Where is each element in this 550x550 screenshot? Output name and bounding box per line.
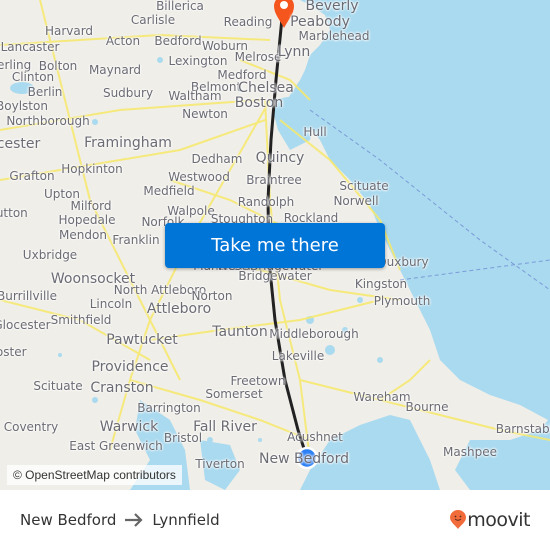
place-label: Freetown: [230, 374, 286, 388]
place-label: Duxbury: [377, 255, 429, 269]
place-label: Coventry: [3, 420, 59, 434]
place-label: Somerset: [205, 387, 263, 401]
moovit-pin-icon: [450, 510, 467, 530]
place-label: New Bedford: [259, 451, 349, 467]
place-label: Tiverton: [195, 457, 245, 471]
place-label: Reading: [223, 15, 273, 29]
place-label: Burrillville: [0, 289, 57, 303]
place-label: Waltham: [168, 89, 222, 103]
place-label: Carlisle: [130, 13, 176, 27]
place-label: Grafton: [9, 169, 55, 183]
place-label: Kingston: [354, 277, 408, 291]
place-label: Middleborough: [269, 327, 359, 341]
attribution-text[interactable]: © OpenStreetMap contributors: [13, 468, 176, 482]
place-label: Beverly: [305, 0, 359, 14]
place-label: Barnstable: [495, 422, 550, 436]
map-attribution[interactable]: © OpenStreetMap contributors: [7, 465, 182, 485]
place-label: Bridgewater: [238, 269, 312, 283]
map[interactable]: Billerica Carlisle Reading Beverly Harva…: [0, 0, 550, 490]
place-label: Bedford: [154, 34, 202, 48]
place-label: Mendon: [59, 228, 107, 242]
place-label: Warwick: [99, 419, 159, 435]
place-label: Scituate: [339, 179, 389, 193]
place-label: Randolph: [237, 195, 295, 209]
place-label: Franklin: [112, 233, 160, 247]
place-label: Hopedale: [58, 213, 116, 227]
place-label: Lancaster: [0, 40, 60, 54]
place-label: Plymouth: [373, 294, 431, 308]
place-label: Uxbridge: [22, 248, 78, 262]
place-label: Norwell: [333, 194, 379, 208]
place-label: Hopkinton: [61, 162, 123, 176]
brand-name: moovit: [467, 509, 530, 531]
moovit-logo[interactable]: moovit: [450, 490, 530, 550]
place-label: Sutton: [0, 206, 28, 220]
place-label: Pawtucket: [106, 332, 178, 348]
place-label: Boston: [234, 95, 284, 111]
place-label: Bristol: [163, 431, 203, 445]
place-label: Barrington: [137, 401, 201, 415]
place-label: Marblehead: [298, 29, 370, 43]
place-label: Acton: [105, 34, 141, 48]
place-label: Bourne: [405, 400, 449, 414]
place-label: Foster: [0, 345, 27, 359]
place-label: Maynard: [88, 63, 142, 77]
place-label: Lakeville: [271, 349, 325, 363]
place-label: Melrose: [234, 50, 282, 64]
place-label: Milford: [70, 199, 112, 213]
origin-label: New Bedford: [20, 511, 117, 529]
place-label: Berlin: [27, 85, 63, 99]
place-label: Chelsea: [238, 80, 294, 96]
place-label: Peabody: [290, 14, 350, 30]
destination-label: Lynnfield: [152, 511, 220, 529]
place-label: Northborough: [6, 114, 90, 128]
place-label: Worcester: [0, 136, 41, 152]
place-label: Wareham: [353, 390, 411, 404]
place-label: Quincy: [255, 150, 305, 166]
route-summary: New Bedford Lynnfield: [20, 490, 220, 550]
place-label: Attleboro: [146, 301, 212, 317]
place-label: Scituate: [33, 379, 83, 393]
place-label: Dedham: [191, 152, 243, 166]
place-label: Hull: [303, 125, 327, 139]
place-label: Medfield: [143, 184, 195, 198]
place-label: Acushnet: [287, 430, 343, 444]
place-label: Lincoln: [89, 297, 133, 311]
place-label: Braintree: [246, 173, 302, 187]
place-label: Harvard: [44, 24, 94, 38]
place-label: Framingham: [84, 135, 172, 151]
footer: New Bedford Lynnfield moovit: [0, 490, 550, 550]
place-label: Billerica: [156, 0, 204, 13]
place-label: Clinton: [11, 70, 55, 84]
place-label: Taunton: [212, 324, 268, 340]
arrow-right-icon: [124, 513, 144, 527]
place-label: Glocester: [0, 318, 51, 332]
place-label: Cranston: [90, 380, 154, 396]
place-label: Fall River: [193, 419, 257, 435]
place-label: Boylston: [0, 99, 48, 113]
place-label: Lynn: [277, 44, 311, 60]
place-label: Sudbury: [102, 86, 154, 100]
place-label: Mashpee: [443, 445, 497, 459]
place-label: Lexington: [168, 54, 228, 68]
place-label: East Greenwich: [69, 439, 163, 453]
place-label: Westwood: [168, 170, 230, 184]
place-label: Smithfield: [50, 313, 112, 327]
take-me-there-button[interactable]: Take me there: [165, 223, 385, 268]
place-label: Providence: [91, 359, 169, 375]
place-label: Newton: [182, 107, 228, 121]
